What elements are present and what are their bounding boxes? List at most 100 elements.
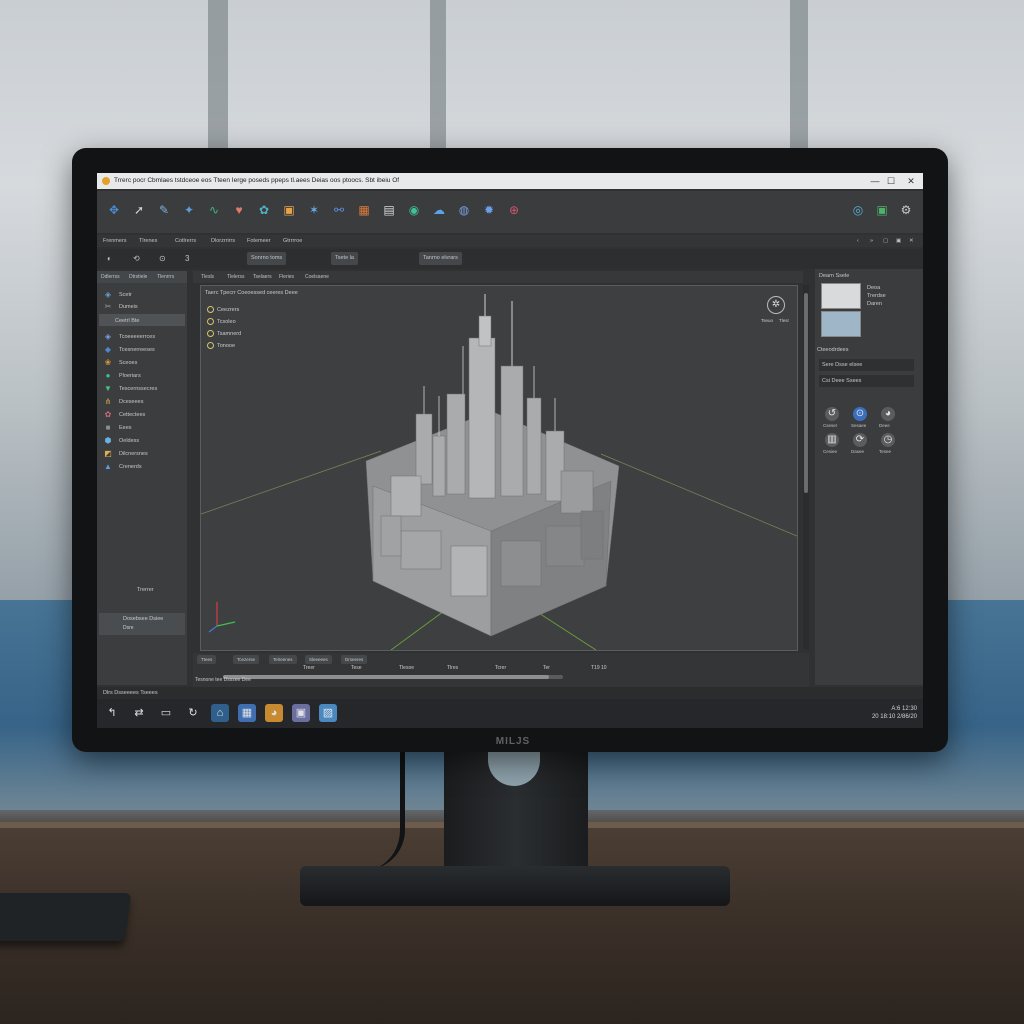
city-model[interactable] xyxy=(365,294,620,637)
left-panel-item[interactable]: ⬢ Oeldess xyxy=(103,435,140,447)
viewport-tab[interactable]: Tlelerss xyxy=(227,274,245,280)
option-icon[interactable]: ◐ xyxy=(107,254,112,263)
menu-item[interactable]: Fotemeer xyxy=(247,238,271,244)
timeline-button[interactable]: Tcezerse xyxy=(233,655,260,664)
scrollbar-thumb[interactable] xyxy=(804,293,808,493)
world-icon[interactable]: ◍ xyxy=(455,201,473,219)
app-grid-icon[interactable]: ▦ xyxy=(238,704,256,722)
option-field[interactable]: Tanrno elvrars xyxy=(419,252,462,265)
left-panel-item[interactable]: ❀ Sceoes xyxy=(103,357,138,369)
maximize-button[interactable]: ☐ xyxy=(883,175,899,187)
terminal-icon[interactable]: ▣ xyxy=(873,201,891,219)
timeline-track[interactable] xyxy=(223,675,563,679)
panel-control-icon[interactable]: ▢ xyxy=(883,238,888,244)
timeline-status: Tesnone tee Dsssee Dee xyxy=(195,677,251,683)
clock-icon[interactable]: ◷ xyxy=(881,433,895,447)
viewport-tab[interactable]: Tselaers xyxy=(253,274,272,280)
node-icon[interactable]: ✶ xyxy=(305,201,323,219)
property-field[interactable]: Csi Deee Ssees xyxy=(819,375,914,387)
option-field[interactable]: Tsete la xyxy=(331,252,358,265)
left-panel-button[interactable]: Trerrer xyxy=(137,587,154,593)
history-icon[interactable]: ↺ xyxy=(825,407,839,421)
panel-control-icon[interactable]: ‹ xyxy=(857,238,859,244)
grid-icon[interactable]: ▤ xyxy=(380,201,398,219)
transform-icon[interactable]: ✦ xyxy=(180,201,198,219)
search-icon[interactable]: ⊙ xyxy=(853,407,867,421)
left-panel-item[interactable]: ■ Eees xyxy=(103,422,132,434)
tab-dtrstiele[interactable]: Dtrstiele xyxy=(129,274,147,280)
asset-thumbnail[interactable] xyxy=(821,311,861,337)
chrome-icon[interactable]: ◕ xyxy=(881,407,895,421)
window-icon[interactable]: ▭ xyxy=(157,704,175,722)
screen: Trrerc pocr Cbmlaes tstdceoe eos Tteen I… xyxy=(97,173,923,728)
light-icon[interactable]: ✹ xyxy=(480,201,498,219)
viewport-scrollbar[interactable] xyxy=(803,285,809,649)
settings-icon[interactable]: ⚙ xyxy=(897,201,915,219)
heart-icon[interactable]: ♥ xyxy=(230,201,248,219)
system-clock[interactable]: A:6 12:30 20 18:10 2/86/20 xyxy=(872,705,917,721)
camera-icon[interactable]: ⊕ xyxy=(505,201,523,219)
photo-icon[interactable]: ▣ xyxy=(292,704,310,722)
tab-tlenrrrs[interactable]: Tlenrrrs xyxy=(157,274,174,280)
arrow-icon[interactable]: ➚ xyxy=(130,201,148,219)
option-icon[interactable]: ⟲ xyxy=(133,254,140,263)
left-panel-item[interactable]: ◈ Scetr xyxy=(103,289,132,301)
option-icon[interactable]: 3 xyxy=(185,254,189,263)
book-icon[interactable]: ▥ xyxy=(825,433,839,447)
close-button[interactable]: ✕ xyxy=(903,175,919,187)
left-panel-selected-row[interactable] xyxy=(99,314,185,326)
left-panel-item[interactable]: ◈ Tcoeeeeerrces xyxy=(103,331,155,343)
timeline-button[interactable]: Ttees xyxy=(197,655,217,664)
left-panel-item[interactable]: Ceetrl Bte xyxy=(115,315,139,327)
grid-line xyxy=(201,450,382,515)
refresh-icon[interactable]: ⟳ xyxy=(853,433,867,447)
viewport-tab[interactable]: Fleries xyxy=(279,274,294,280)
cloud-icon[interactable]: ☁ xyxy=(430,201,448,219)
left-panel-item[interactable]: ◩ Dilcnersnes xyxy=(103,448,148,460)
asset-thumbnail[interactable] xyxy=(821,283,861,309)
switch-icon[interactable]: ⇄ xyxy=(130,704,148,722)
timeline-button[interactable]: Sleeeees xyxy=(305,655,332,664)
link-icon[interactable]: ⚯ xyxy=(330,201,348,219)
3d-app-icon[interactable]: ▨ xyxy=(319,704,337,722)
menu-item[interactable]: Dlorzrrirrs xyxy=(211,238,235,244)
axis-gizmo[interactable] xyxy=(208,602,236,633)
browser-icon[interactable]: ◕ xyxy=(265,704,283,722)
menu-item[interactable]: Frenmers xyxy=(103,238,127,244)
left-panel-item[interactable]: ▲ Crenerds xyxy=(103,461,142,473)
option-icon[interactable]: ⊙ xyxy=(159,254,166,263)
image-icon[interactable]: ▣ xyxy=(280,201,298,219)
render-icon[interactable]: ▦ xyxy=(355,201,373,219)
menu-item[interactable]: Gtrrrroe xyxy=(283,238,302,244)
tab-ddlerrss[interactable]: Ddlerrss xyxy=(101,274,120,280)
left-panel-item[interactable]: ▼ Tescernssecres xyxy=(103,383,157,395)
left-panel-item[interactable]: ◆ Tcesnerreeses xyxy=(103,344,155,356)
refresh-icon[interactable]: ↻ xyxy=(184,704,202,722)
option-field[interactable]: Sonrno toms xyxy=(247,252,287,265)
back-icon[interactable]: ↰ xyxy=(103,704,121,722)
panel-control-icon[interactable]: ▣ xyxy=(896,238,901,244)
minimize-button[interactable]: — xyxy=(867,175,883,187)
view-icon[interactable]: ◎ xyxy=(849,201,867,219)
globe-icon[interactable]: ◉ xyxy=(405,201,423,219)
property-field[interactable]: Sere Dsse elsee xyxy=(819,359,914,371)
menu-item[interactable]: Tlrenes xyxy=(139,238,157,244)
menu-item[interactable]: Cotlrerrs xyxy=(175,238,196,244)
pen-icon[interactable]: ✎ xyxy=(155,201,173,219)
viewport-tab[interactable]: Tlesls xyxy=(201,274,214,280)
3d-viewport[interactable]: Taerc Tpecrr Coeoessed ceeres Deee Ceezr… xyxy=(200,285,798,651)
path-icon[interactable]: ∿ xyxy=(205,201,223,219)
panel-control-icon[interactable]: ✕ xyxy=(909,238,914,244)
timeline-button[interactable]: Telreenes xyxy=(269,655,297,664)
viewport-tab[interactable]: Coelsaene xyxy=(305,274,329,280)
move-icon[interactable]: ✥ xyxy=(105,201,123,219)
left-panel-item[interactable]: ● Ploeriars xyxy=(103,370,141,382)
left-panel-item[interactable]: ✂ Dumeis xyxy=(103,301,138,313)
left-panel-item[interactable]: ✿ Cettectees xyxy=(103,409,146,421)
timeline-button[interactable]: Drseeres xyxy=(341,655,368,664)
left-panel-footer[interactable]: Dosebsee Dsiee Dsre xyxy=(99,613,185,635)
left-panel-item[interactable]: ⋔ Dceseees xyxy=(103,396,144,408)
panel-control-icon[interactable]: » xyxy=(870,238,873,244)
paint-icon[interactable]: ✿ xyxy=(255,201,273,219)
home-icon[interactable]: ⌂ xyxy=(211,704,229,722)
